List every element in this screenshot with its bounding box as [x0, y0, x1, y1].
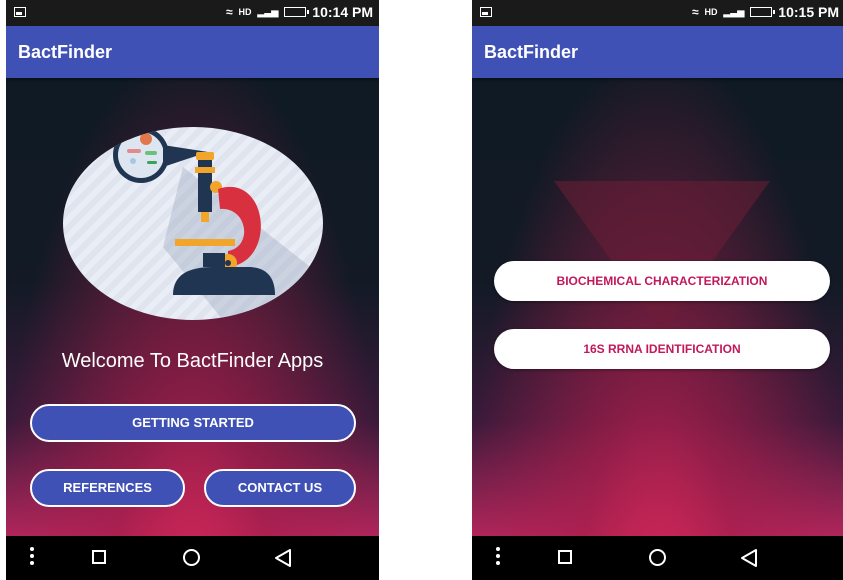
back-icon[interactable]	[274, 548, 292, 568]
signal-icon: ▂▃▅	[723, 6, 745, 17]
references-button[interactable]: REFERENCES	[30, 469, 185, 507]
navigation-bar	[472, 536, 843, 580]
getting-started-button[interactable]: GETTING STARTED	[30, 404, 356, 442]
main-content: Welcome To BactFinder Apps GETTING START…	[6, 78, 379, 536]
signal-icon: ▂▃▅	[257, 6, 279, 17]
16s-rrna-identification-button[interactable]: 16S RRNA IDENTIFICATION	[494, 329, 830, 369]
status-bar: ≈ HD ▂▃▅ 10:14 PM	[6, 0, 379, 26]
microscope-illustration	[63, 127, 323, 320]
app-title: BactFinder	[472, 26, 843, 78]
phone-screen-right: ≈ HD ▂▃▅ 10:15 PM BactFinder BIOCHEMICAL…	[472, 0, 843, 580]
menu-dots-icon[interactable]	[30, 547, 34, 568]
phone-screen-left: ≈ HD ▂▃▅ 10:14 PM BactFinder Welcome To …	[6, 0, 379, 580]
main-content: BIOCHEMICAL CHARACTERIZATION 16S RRNA ID…	[472, 78, 843, 536]
battery-icon	[750, 7, 776, 17]
image-icon	[480, 7, 492, 17]
home-icon[interactable]	[183, 549, 200, 566]
recent-apps-icon[interactable]	[558, 550, 572, 564]
wifi-icon: ≈	[225, 5, 233, 19]
background-triangle	[554, 181, 770, 331]
contact-us-button[interactable]: CONTACT US	[204, 469, 356, 507]
welcome-heading: Welcome To BactFinder Apps	[61, 350, 324, 372]
wifi-icon: ≈	[691, 5, 699, 19]
network-type: HD	[238, 7, 252, 17]
status-time: 10:14 PM	[312, 4, 373, 20]
navigation-bar	[6, 536, 379, 580]
app-title: BactFinder	[6, 26, 379, 78]
image-icon	[14, 7, 26, 17]
battery-icon	[284, 7, 310, 17]
status-bar: ≈ HD ▂▃▅ 10:15 PM	[472, 0, 843, 26]
microscope-icon	[113, 127, 323, 320]
menu-dots-icon[interactable]	[496, 547, 500, 568]
status-time: 10:15 PM	[778, 4, 839, 20]
network-type: HD	[704, 7, 718, 17]
home-icon[interactable]	[649, 549, 666, 566]
back-icon[interactable]	[740, 548, 758, 568]
recent-apps-icon[interactable]	[92, 550, 106, 564]
biochemical-characterization-button[interactable]: BIOCHEMICAL CHARACTERIZATION	[494, 261, 830, 301]
